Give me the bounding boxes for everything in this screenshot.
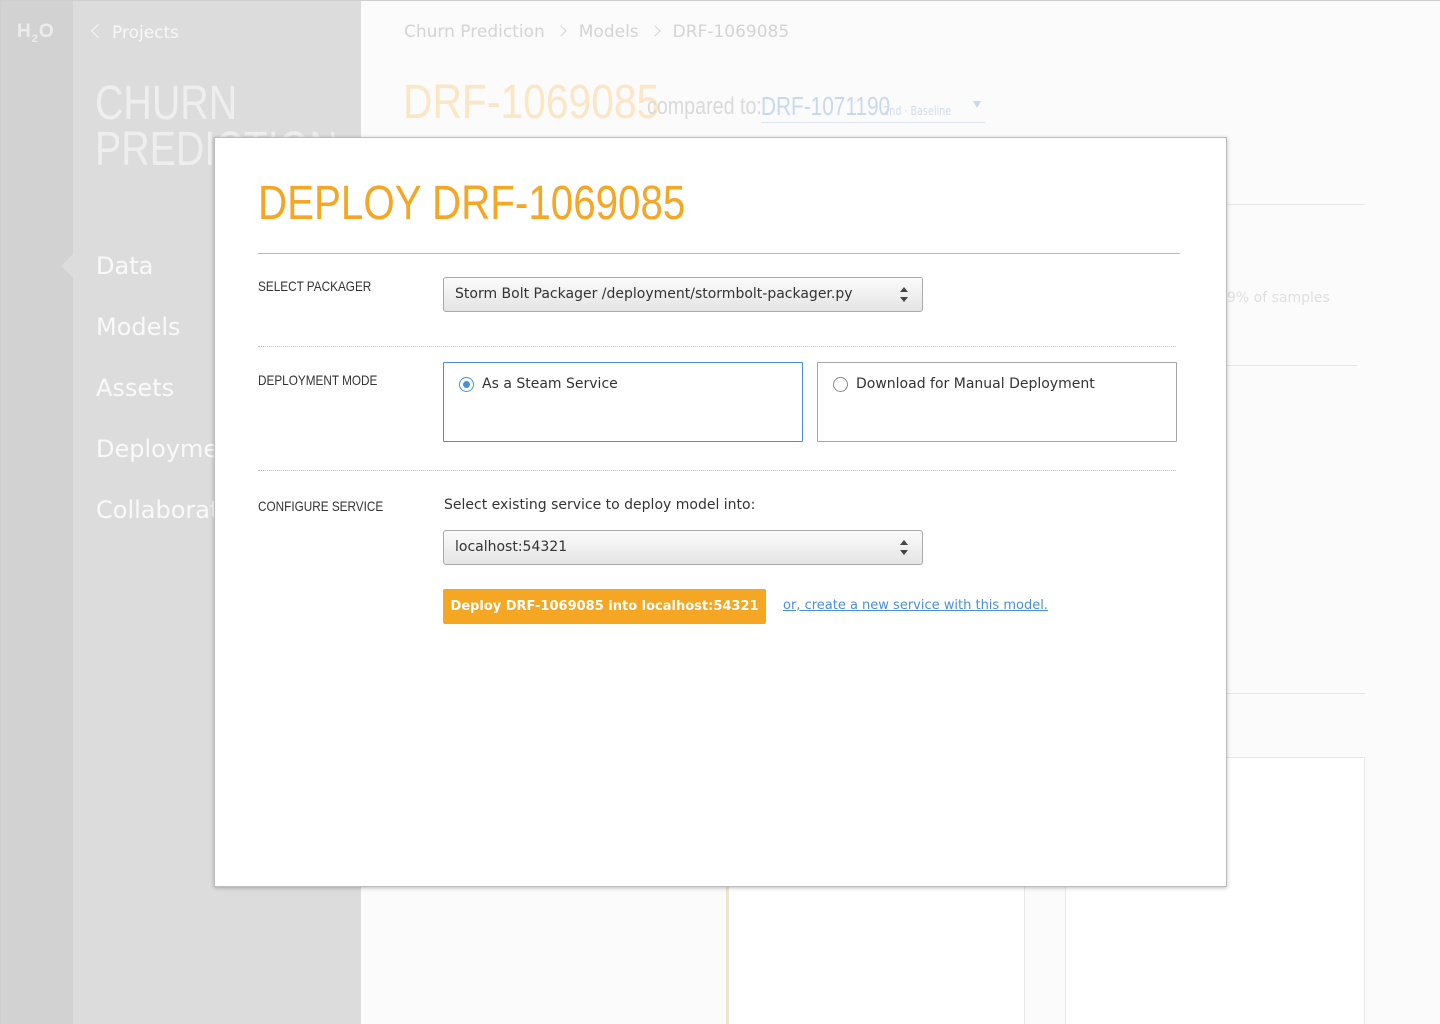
sidebar-item-models[interactable]: Models: [96, 313, 181, 341]
compared-model-tag: 2nd · Baseline: [883, 104, 952, 118]
compared-model-select[interactable]: DRF-1071190 2nd · Baseline: [761, 89, 985, 123]
active-nav-indicator: [61, 254, 73, 278]
mode-option-label: As a Steam Service: [482, 376, 618, 392]
breadcrumb-models[interactable]: Models: [579, 22, 639, 42]
select-arrows-icon: [899, 287, 909, 303]
chevron-right-icon: [555, 25, 567, 37]
breadcrumb-model: DRF-1069085: [672, 22, 790, 42]
deployment-mode-label: DEPLOYMENT MODE: [258, 372, 378, 388]
packager-select-value: Storm Bolt Packager /deployment/stormbol…: [455, 286, 853, 302]
sidebar-item-data[interactable]: Data: [96, 252, 153, 280]
service-select-value: localhost:54321: [455, 539, 568, 555]
h2o-logo: H2O: [17, 21, 55, 45]
select-arrows-icon: [899, 540, 909, 556]
radio-selected-icon[interactable]: [459, 377, 474, 392]
section-divider: [258, 470, 1176, 471]
caret-down-icon: [973, 101, 981, 108]
configure-service-label: CONFIGURE SERVICE: [258, 498, 384, 514]
deploy-modal: DEPLOY DRF-1069085 SELECT PACKAGER Storm…: [214, 137, 1227, 887]
divider: [1227, 693, 1365, 694]
breadcrumb: Churn Prediction Models DRF-1069085: [404, 22, 789, 42]
compared-to-label: compared to:: [647, 93, 762, 120]
service-prompt: Select existing service to deploy model …: [444, 497, 756, 513]
chevron-right-icon: [648, 25, 661, 37]
back-link-label: Projects: [112, 23, 180, 43]
app-rail: H2O: [1, 1, 73, 1024]
mode-option-manual-download[interactable]: Download for Manual Deployment: [817, 362, 1177, 442]
sidebar-item-assets[interactable]: Assets: [96, 374, 174, 402]
model-title: DRF-1069085: [403, 76, 660, 129]
packager-select[interactable]: Storm Bolt Packager /deployment/stormbol…: [443, 277, 923, 312]
divider: [1227, 365, 1357, 366]
modal-title: DEPLOY DRF-1069085: [258, 177, 686, 230]
divider: [1227, 204, 1365, 205]
select-packager-label: SELECT PACKAGER: [258, 278, 372, 294]
compared-model-value: DRF-1071190: [761, 91, 891, 121]
breadcrumb-project[interactable]: Churn Prediction: [404, 22, 545, 42]
service-select[interactable]: localhost:54321: [443, 530, 923, 565]
section-divider: [258, 346, 1176, 347]
title-divider: [258, 253, 1180, 254]
chart-line: [726, 887, 729, 1024]
deploy-button[interactable]: Deploy DRF-1069085 into localhost:54321: [443, 589, 766, 624]
back-to-projects-link[interactable]: Projects: [90, 23, 180, 43]
samples-text: 9% of samples: [1227, 290, 1330, 306]
radio-unselected-icon[interactable]: [833, 377, 848, 392]
mode-option-steam-service[interactable]: As a Steam Service: [443, 362, 803, 442]
create-new-service-link[interactable]: or, create a new service with this model…: [783, 598, 1048, 613]
mode-option-label: Download for Manual Deployment: [856, 376, 1095, 392]
chevron-left-icon: [90, 23, 106, 39]
